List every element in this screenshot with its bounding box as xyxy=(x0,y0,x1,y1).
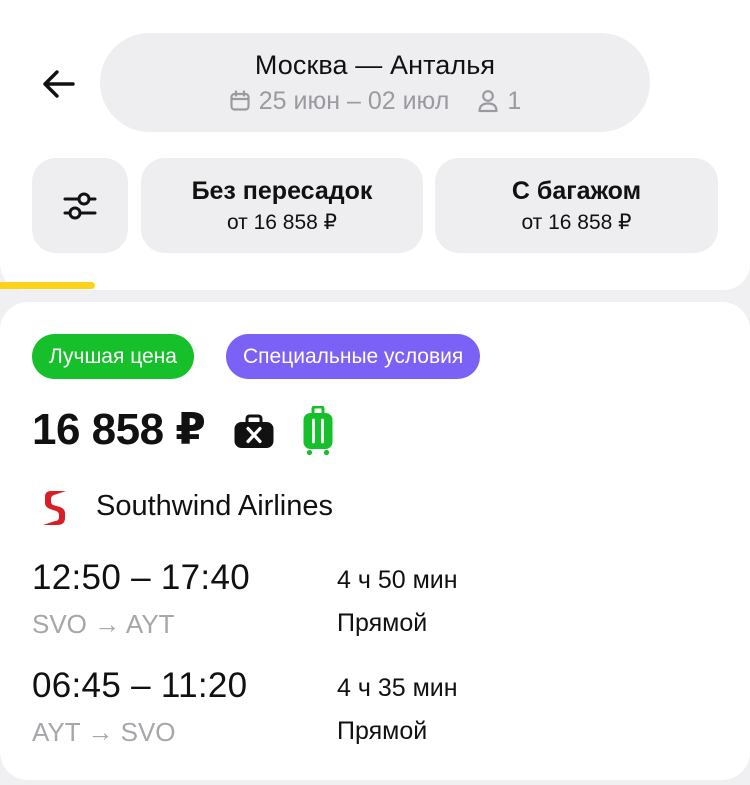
filters-settings-button[interactable] xyxy=(32,158,128,253)
outbound-times: 12:50 – 17:40 xyxy=(32,558,250,597)
best-price-badge: Лучшая цена xyxy=(32,334,194,379)
person-icon xyxy=(478,90,498,113)
route-details: 25 июн – 02 июл 1 xyxy=(229,87,521,116)
travel-dates: 25 июн – 02 июл xyxy=(258,86,450,115)
southwind-s-logo xyxy=(43,491,66,525)
return-route: AYT → SVO xyxy=(32,717,176,747)
baggage-filter-title: С багажом xyxy=(511,176,642,205)
outbound-route: SVO → AYT xyxy=(32,609,175,639)
direct-filter-title: Без пересадок xyxy=(191,176,373,205)
arrow-left-icon xyxy=(43,70,75,98)
passenger-count: 1 xyxy=(507,86,522,115)
outbound-duration: 4 ч 50 мин xyxy=(337,566,458,594)
flight-offer-card[interactable]: Лучшая цена Специальные условия 16 858 ₽… xyxy=(0,302,750,780)
bag-crossed-icon xyxy=(234,414,274,448)
route-title: Москва — Анталья xyxy=(254,49,496,80)
return-type: Прямой xyxy=(337,717,428,745)
baggage-filter[interactable]: С багажом от 16 858 ₽ xyxy=(435,158,718,253)
calendar-icon xyxy=(230,90,250,111)
airline-name: Southwind Airlines xyxy=(96,490,333,522)
return-duration: 4 ч 35 мин xyxy=(337,674,458,702)
sliders-icon xyxy=(63,192,97,219)
search-header-panel: Москва — Анталья 25 июн – 02 июл 1 Без п… xyxy=(0,0,750,290)
return-times: 06:45 – 11:20 xyxy=(32,666,248,705)
loading-progress-bar xyxy=(0,282,95,289)
direct-filter-price: от 16 858 ₽ xyxy=(226,210,338,234)
offer-price: 16 858 ₽ xyxy=(32,405,206,454)
back-button[interactable] xyxy=(28,58,88,110)
route-summary-button[interactable]: Москва — Анталья 25 июн – 02 июл 1 xyxy=(100,33,650,132)
direct-flights-filter[interactable]: Без пересадок от 16 858 ₽ xyxy=(141,158,423,253)
outbound-type: Прямой xyxy=(337,609,428,637)
special-conditions-badge: Специальные условия xyxy=(226,334,481,379)
baggage-filter-price: от 16 858 ₽ xyxy=(521,210,632,234)
suitcase-icon xyxy=(303,406,333,456)
